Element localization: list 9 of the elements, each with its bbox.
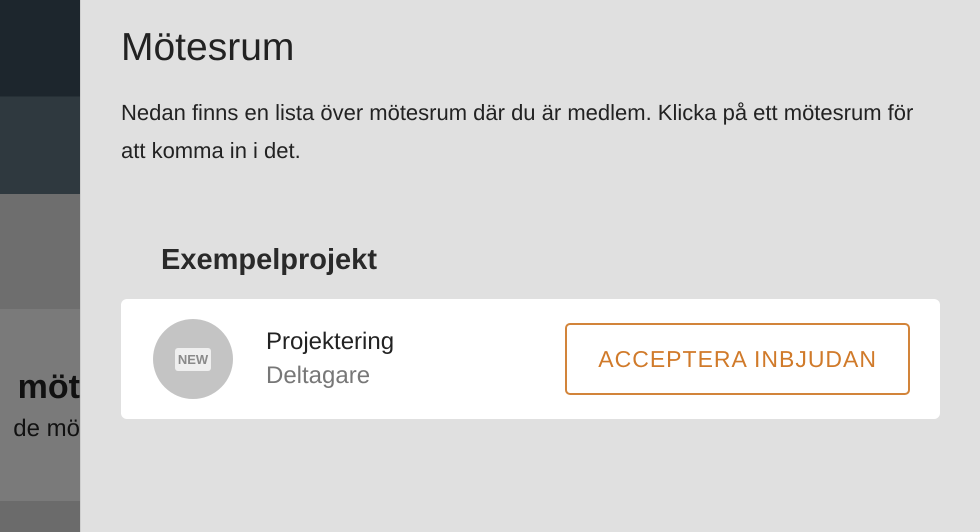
drawer-title: Mötesrum	[121, 26, 296, 70]
page-heading: möt	[18, 368, 80, 406]
drawer-description: Nedan finns en lista över mötesrum där du är medlem. Klicka på ett mötesrum för att komma in i det.	[121, 99, 914, 165]
group-title: Exempelprojekt	[161, 244, 378, 277]
room-card[interactable]: NEW Projektering Deltagare ACCEPTERA INBJUDAN	[121, 299, 940, 419]
page-text: de mö	[13, 414, 80, 442]
room-role: Deltagare	[266, 362, 372, 390]
new-badge: NEW	[174, 348, 212, 370]
room-name: Projektering	[266, 328, 396, 356]
